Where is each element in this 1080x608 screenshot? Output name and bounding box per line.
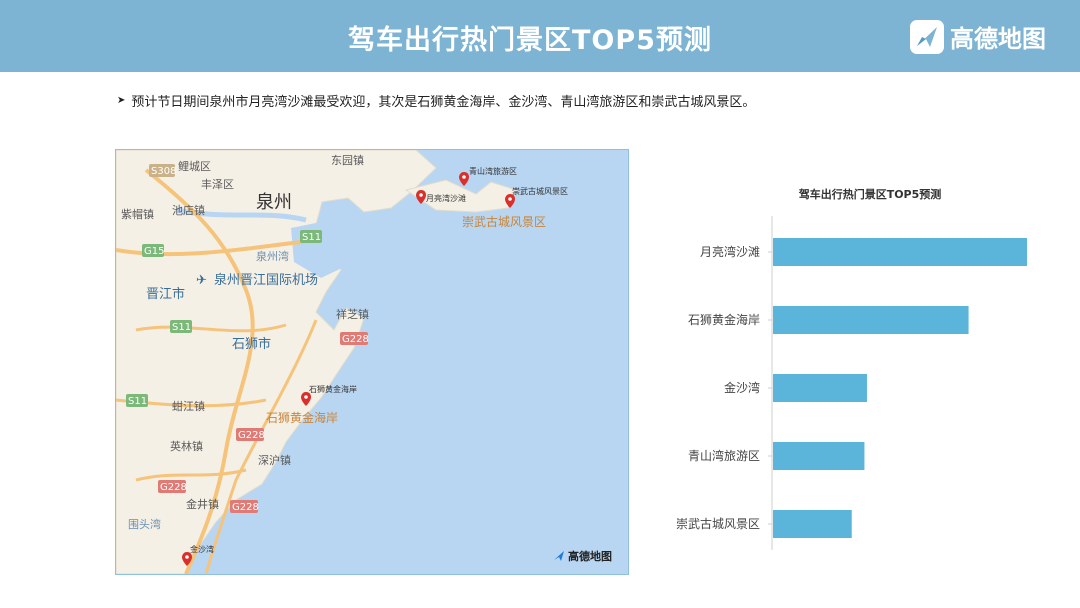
road-badge: G228 xyxy=(342,334,369,345)
map-label: 石狮黄金海岸 xyxy=(266,410,338,425)
airport-icon: ✈ xyxy=(196,273,207,288)
road-badge: S11 xyxy=(302,232,321,243)
summary-text: 预计节日期间泉州市月亮湾沙滩最受欢迎，其次是石狮黄金海岸、金沙湾、青山湾旅游区和… xyxy=(131,95,756,110)
marker-label: 青山湾旅游区 xyxy=(469,166,517,176)
category-label: 石狮黄金海岸 xyxy=(688,312,760,327)
bar xyxy=(773,238,1027,266)
map-label: 泉州 xyxy=(256,192,292,213)
map-label: 东园镇 xyxy=(331,153,364,167)
category-label: 青山湾旅游区 xyxy=(688,448,760,463)
road-badge: G228 xyxy=(238,430,265,441)
amap-logo: 高德地图 xyxy=(910,19,1046,54)
marker-label: 金沙湾 xyxy=(190,544,214,554)
marker-label: 月亮湾沙滩 xyxy=(426,193,466,203)
map-label: 池店镇 xyxy=(172,203,205,217)
map-label: 深沪镇 xyxy=(258,453,291,467)
map-watermark-logo: 高德地图 xyxy=(553,548,612,564)
road-badge: S308 xyxy=(151,166,176,177)
map-label: 蚶江镇 xyxy=(172,399,205,413)
map-label: 丰泽区 xyxy=(201,178,234,191)
amap-mini-icon xyxy=(554,551,564,561)
header-bar: 驾车出行热门景区TOP5预测 高德地图 xyxy=(0,0,1080,72)
category-label: 金沙湾 xyxy=(724,380,760,395)
map-label: 泉州湾 xyxy=(256,249,289,263)
road-badge: G228 xyxy=(160,482,187,493)
category-label: 崇武古城风景区 xyxy=(676,516,760,531)
summary-bullet: ➤ 预计节日期间泉州市月亮湾沙滩最受欢迎，其次是石狮黄金海岸、金沙湾、青山湾旅游… xyxy=(117,91,755,110)
marker-label: 石狮黄金海岸 xyxy=(309,384,357,394)
map-label: 鲤城区 xyxy=(178,159,211,173)
map-label: 围头湾 xyxy=(128,517,161,531)
map-label: 金井镇 xyxy=(186,497,219,511)
bar xyxy=(773,306,969,334)
category-label: 月亮湾沙滩 xyxy=(700,244,760,259)
map-logo-text: 高德地图 xyxy=(568,550,612,563)
map-label: 泉州晋江国际机场 xyxy=(214,272,318,288)
map-view[interactable]: 鲤城区 丰泽区 东园镇 泉州 紫帽镇 池店镇 泉州湾 泉州晋江国际机场 晋江市 … xyxy=(115,149,629,575)
bar xyxy=(773,510,852,538)
map-label: 英林镇 xyxy=(170,439,203,453)
map-label: 晋江市 xyxy=(146,286,185,302)
marker-label: 崇武古城风景区 xyxy=(512,186,568,196)
road-badge: S11 xyxy=(128,396,147,407)
bar xyxy=(773,442,865,470)
bar-chart: 月亮湾沙滩石狮黄金海岸金沙湾青山湾旅游区崇武古城风景区 xyxy=(676,216,1027,550)
road-badge: G228 xyxy=(232,502,259,513)
map-label: 紫帽镇 xyxy=(121,207,154,221)
arrow-bullet-icon: ➤ xyxy=(117,95,126,106)
chart-title: 驾车出行热门景区TOP5预测 xyxy=(798,188,942,201)
page-title: 驾车出行热门景区TOP5预测 xyxy=(348,25,712,56)
amap-logo-icon xyxy=(910,19,944,54)
bar xyxy=(773,374,867,402)
map-label: 崇武古城风景区 xyxy=(462,214,546,229)
road-badge: G15 xyxy=(144,246,164,257)
road-badge: S11 xyxy=(172,322,191,333)
map-label: 石狮市 xyxy=(232,336,271,352)
amap-logo-text: 高德地图 xyxy=(950,25,1046,53)
map-label: 祥芝镇 xyxy=(336,307,369,321)
